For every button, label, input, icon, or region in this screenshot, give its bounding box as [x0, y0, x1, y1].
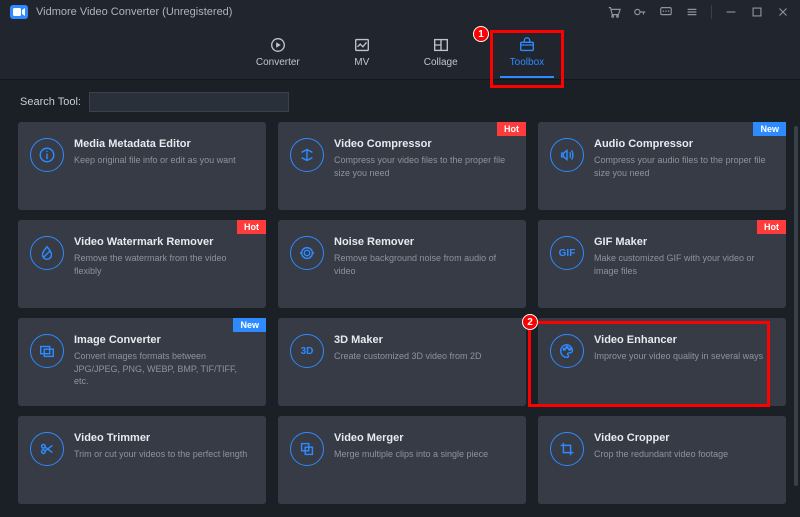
key-icon[interactable]: [633, 5, 647, 19]
tool-video-merger[interactable]: Video Merger Merge multiple clips into a …: [278, 416, 526, 504]
tab-mv[interactable]: MV: [346, 32, 378, 72]
tool-title: Media Metadata Editor: [74, 138, 254, 150]
main-nav: Converter MV Collage Toolbox 1: [0, 24, 800, 80]
tool-title: Video Compressor: [334, 138, 514, 150]
tool-title: 3D Maker: [334, 334, 514, 346]
new-badge: New: [233, 318, 266, 332]
hot-badge: Hot: [237, 220, 266, 234]
scrollbar[interactable]: [794, 126, 798, 486]
mv-icon: [352, 36, 372, 54]
converter-icon: [268, 36, 288, 54]
window-title: Vidmore Video Converter (Unregistered): [36, 6, 232, 18]
image-convert-icon: [30, 334, 64, 368]
divider: [711, 5, 712, 19]
tool-desc: Remove the watermark from the video flex…: [74, 252, 254, 277]
close-icon[interactable]: [776, 5, 790, 19]
tool-title: Video Trimmer: [74, 432, 254, 444]
feedback-icon[interactable]: [659, 5, 673, 19]
tool-media-metadata-editor[interactable]: Media Metadata Editor Keep original file …: [18, 122, 266, 210]
tool-audio-compressor[interactable]: New Audio Compressor Compress your audio …: [538, 122, 786, 210]
tool-title: Video Enhancer: [594, 334, 774, 346]
collage-icon: [431, 36, 451, 54]
toolbox-icon: [517, 36, 537, 54]
tab-toolbox[interactable]: Toolbox: [504, 32, 550, 72]
titlebar: Vidmore Video Converter (Unregistered): [0, 0, 800, 24]
scissors-icon: [30, 432, 64, 466]
info-icon: [30, 138, 64, 172]
tool-desc: Crop the redundant video footage: [594, 448, 774, 461]
tool-3d-maker[interactable]: 3D 3D Maker Create customized 3D video fr…: [278, 318, 526, 406]
tool-title: Audio Compressor: [594, 138, 774, 150]
crop-icon: [550, 432, 584, 466]
tool-desc: Compress your video files to the proper …: [334, 154, 514, 179]
new-badge: New: [753, 122, 786, 136]
app-logo-icon: [10, 5, 28, 19]
tool-title: GIF Maker: [594, 236, 774, 248]
tool-title: Noise Remover: [334, 236, 514, 248]
cart-icon[interactable]: [607, 5, 621, 19]
noise-icon: [290, 236, 324, 270]
menu-icon[interactable]: [685, 5, 699, 19]
tool-title: Video Cropper: [594, 432, 774, 444]
tool-desc: Improve your video quality in several wa…: [594, 350, 774, 363]
hot-badge: Hot: [757, 220, 786, 234]
tool-grid-container: Media Metadata Editor Keep original file …: [0, 116, 800, 516]
tool-video-trimmer[interactable]: Video Trimmer Trim or cut your videos to …: [18, 416, 266, 504]
compress-icon: [290, 138, 324, 172]
maximize-icon[interactable]: [750, 5, 764, 19]
tool-desc: Keep original file info or edit as you w…: [74, 154, 254, 167]
tool-desc: Convert images formats between JPG/JPEG,…: [74, 350, 254, 388]
hot-badge: Hot: [497, 122, 526, 136]
tool-video-cropper[interactable]: Video Cropper Crop the redundant video fo…: [538, 416, 786, 504]
tab-label: Collage: [424, 57, 458, 68]
tool-desc: Remove background noise from audio of vi…: [334, 252, 514, 277]
tool-noise-remover[interactable]: Noise Remover Remove background noise fro…: [278, 220, 526, 308]
tool-desc: Compress your audio files to the proper …: [594, 154, 774, 179]
tab-collage[interactable]: Collage: [418, 32, 464, 72]
highlight-number-1: 1: [473, 26, 489, 42]
audio-compress-icon: [550, 138, 584, 172]
minimize-icon[interactable]: [724, 5, 738, 19]
tool-desc: Create customized 3D video from 2D: [334, 350, 514, 363]
tool-video-enhancer[interactable]: Video Enhancer Improve your video quality…: [538, 318, 786, 406]
tab-converter[interactable]: Converter: [250, 32, 306, 72]
tool-gif-maker[interactable]: Hot GIF GIF Maker Make customized GIF wit…: [538, 220, 786, 308]
3d-icon: 3D: [290, 334, 324, 368]
tool-title: Video Merger: [334, 432, 514, 444]
tab-label: MV: [354, 57, 369, 68]
watermark-icon: [30, 236, 64, 270]
tool-desc: Trim or cut your videos to the perfect l…: [74, 448, 254, 461]
tool-video-compressor[interactable]: Hot Video Compressor Compress your video …: [278, 122, 526, 210]
search-row: Search Tool:: [0, 80, 800, 116]
tab-label: Toolbox: [510, 57, 544, 68]
tool-video-watermark-remover[interactable]: Hot Video Watermark Remover Remove the wa…: [18, 220, 266, 308]
merge-icon: [290, 432, 324, 466]
tool-desc: Make customized GIF with your video or i…: [594, 252, 774, 277]
search-input[interactable]: [89, 92, 289, 112]
tool-grid: Media Metadata Editor Keep original file …: [18, 122, 786, 504]
tool-title: Video Watermark Remover: [74, 236, 254, 248]
palette-icon: [550, 334, 584, 368]
gif-icon: GIF: [550, 236, 584, 270]
highlight-number-2: 2: [522, 314, 538, 330]
tool-desc: Merge multiple clips into a single piece: [334, 448, 514, 461]
search-label: Search Tool:: [20, 96, 81, 108]
tool-title: Image Converter: [74, 334, 254, 346]
tool-image-converter[interactable]: New Image Converter Convert images format…: [18, 318, 266, 406]
tab-label: Converter: [256, 57, 300, 68]
